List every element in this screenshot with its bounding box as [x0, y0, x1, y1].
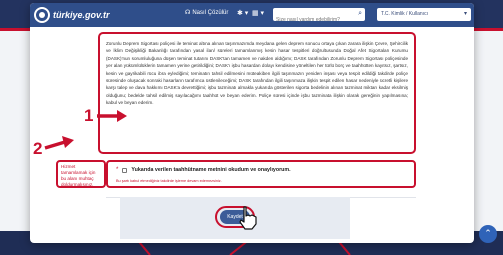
chevron-down-icon: ▾	[463, 11, 467, 17]
confirmation-warning: Bu şartı kabul etmediğiniz takdirde işle…	[116, 179, 222, 183]
required-field-note: Hizmet tamamlamak için bu alanı muhtaç d…	[56, 160, 106, 188]
chevron-up-icon: ⌃	[484, 228, 492, 238]
scroll-to-top-button[interactable]: ⌃	[479, 225, 497, 243]
confirmation-box: * Yukarıda verilen taahhütname metnini o…	[106, 160, 416, 188]
confirmation-label[interactable]: Yukarıda verilen taahhütname metnini oku…	[131, 167, 290, 173]
search-box: ⌕	[273, 8, 365, 27]
annotation-number-1: 1	[84, 106, 94, 125]
required-field-label: Hizmet tamamlamak için bu alanı muhtaç d…	[61, 164, 96, 187]
required-asterisk: *	[116, 167, 119, 173]
site-logo[interactable]: türkiye.gov.tr	[34, 7, 110, 23]
annotation-arrow-1	[97, 110, 127, 122]
search-icon[interactable]: ⌕	[358, 10, 362, 18]
annotation-arrow-2	[44, 136, 74, 150]
help-link[interactable]: ☊ Nasıl Çözülür	[185, 9, 229, 17]
annotation-number-2: 2	[33, 139, 43, 158]
logo-text: türkiye.gov.tr	[53, 10, 110, 20]
search-input[interactable]	[273, 13, 351, 27]
user-label: T.C. Kimlik / Kullanıcı	[381, 11, 428, 17]
confirmation-checkbox[interactable]	[122, 167, 128, 173]
hand-cursor-icon	[239, 206, 257, 230]
top-navbar: türkiye.gov.tr ☊ Nasıl Çözülür ✱ ▾ ▦ ▾ ⌕…	[30, 3, 474, 27]
commitment-text: Zorunlu Deprem Sigortası poliçesi ile te…	[106, 41, 408, 106]
help-label: Nasıl Çözülür	[192, 9, 229, 16]
user-menu[interactable]: T.C. Kimlik / Kullanıcı ▾	[377, 8, 471, 21]
confirmation-row[interactable]: * Yukarıda verilen taahhütname metnini o…	[116, 167, 291, 173]
logo-icon	[34, 7, 50, 23]
accessibility-icon[interactable]: ✱ ▾	[237, 9, 248, 17]
grid-menu-icon[interactable]: ▦ ▾	[252, 9, 264, 17]
commitment-text-box: Zorunlu Deprem Sigortası poliçesi ile te…	[98, 32, 416, 154]
headset-icon: ☊	[185, 10, 191, 16]
